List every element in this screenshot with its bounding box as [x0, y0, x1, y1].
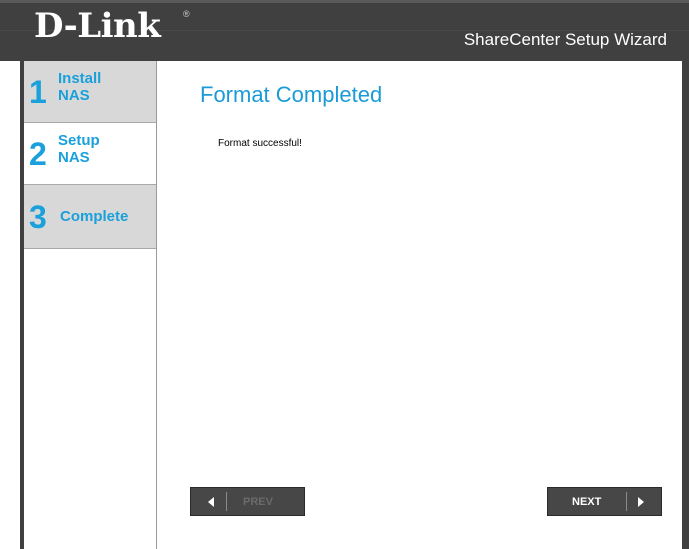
step-label-line1: Setup: [58, 132, 100, 149]
next-button[interactable]: NEXT: [547, 487, 662, 516]
step-number: 3: [29, 199, 47, 235]
step-setup-nas: 2 Setup NAS: [24, 123, 156, 185]
prev-button[interactable]: PREV: [190, 487, 305, 516]
step-install-nas: 1 Install NAS: [24, 61, 156, 123]
step-label-line2: NAS: [58, 149, 90, 166]
arrow-right-icon: [638, 497, 644, 507]
prev-button-label: PREV: [243, 496, 273, 508]
header-bar: D-Link ® ShareCenter Setup Wizard: [0, 0, 689, 61]
step-number: 2: [29, 136, 47, 172]
arrow-left-icon: [208, 497, 214, 507]
next-button-label: NEXT: [572, 496, 602, 508]
button-separator: [626, 492, 627, 511]
wizard-title: ShareCenter Setup Wizard: [463, 30, 667, 49]
registered-mark: ®: [183, 9, 190, 19]
header-highlight: [0, 0, 689, 3]
button-separator: [226, 492, 227, 511]
status-message: Format successful!: [218, 138, 302, 149]
step-label-line2: NAS: [58, 87, 90, 104]
step-label-line1: Install: [58, 70, 102, 87]
steps-sidebar: 1 Install NAS 2 Setup NAS 3 Complete: [24, 61, 157, 549]
dlink-logo: D-Link: [34, 6, 161, 46]
step-complete: 3 Complete: [24, 185, 156, 249]
frame-right-border: [682, 61, 689, 549]
step-number: 1: [29, 74, 47, 110]
step-label: Complete: [60, 208, 129, 225]
page-title: Format Completed: [200, 82, 383, 107]
